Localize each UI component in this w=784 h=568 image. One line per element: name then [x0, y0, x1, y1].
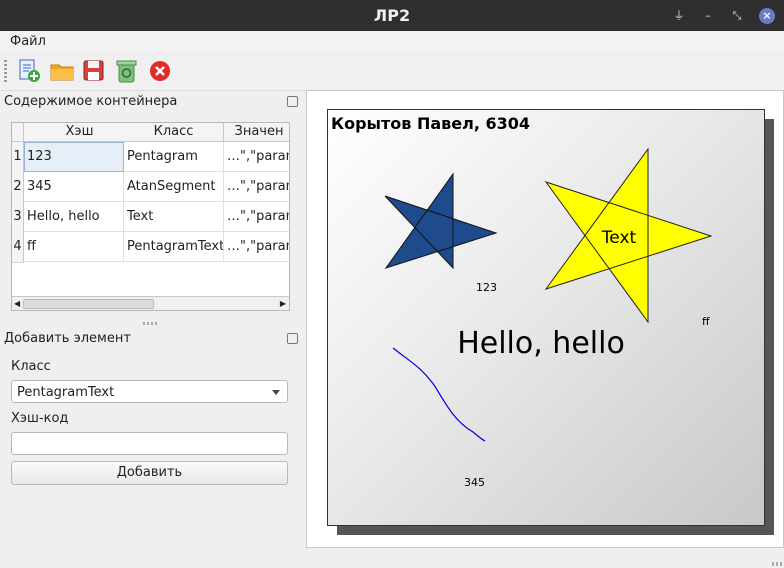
table-cell-value[interactable]: …","param [224, 202, 289, 232]
restore-button[interactable]: ⤡ [729, 8, 745, 24]
window-title: ЛР2 [373, 6, 411, 25]
atan-segment-345 [392, 347, 486, 442]
table-cell-class[interactable]: Text [124, 202, 224, 232]
pin-icon[interactable]: ⏚ [671, 8, 687, 24]
table-cell-hash[interactable]: ff [24, 232, 124, 262]
table-cell-class[interactable]: Pentagram [124, 142, 224, 172]
class-select-value: PentagramText [17, 385, 115, 400]
pentagram-text-hash-label: ff [702, 315, 710, 328]
table-cell-class[interactable]: AtanSegment [124, 172, 224, 202]
row-number[interactable]: 2 [12, 172, 24, 203]
close-window-button[interactable]: × [759, 8, 775, 24]
container-panel-float-icon[interactable] [287, 96, 298, 107]
class-label: Класс [11, 359, 51, 374]
hash-label: Хэш-код [11, 411, 69, 426]
scrollbar-thumb[interactable] [23, 299, 154, 309]
column-header-hash[interactable]: Хэш [24, 123, 136, 142]
add-panel-title: Добавить элемент [4, 331, 131, 346]
column-header-class[interactable]: Класс [124, 123, 224, 142]
close-icon[interactable] [147, 58, 173, 84]
toolbar [0, 52, 784, 91]
class-select[interactable]: PentagramText [11, 380, 288, 403]
row-number[interactable]: 3 [12, 202, 24, 233]
horizontal-scrollbar[interactable]: ◀ ▶ [12, 296, 289, 310]
atan-segment-label: 345 [464, 476, 485, 489]
row-number[interactable]: 4 [12, 232, 24, 263]
column-header-value[interactable]: Значен [224, 123, 289, 142]
scroll-right-icon[interactable]: ▶ [280, 299, 286, 308]
resize-grip[interactable] [772, 562, 782, 566]
recycle-bin-icon[interactable] [114, 58, 140, 84]
open-folder-icon[interactable] [49, 58, 75, 84]
minimize-button[interactable]: – [700, 8, 716, 24]
text-item-hello: Hello, hello [457, 326, 625, 361]
add-button[interactable]: Добавить [11, 461, 288, 485]
scroll-left-icon[interactable]: ◀ [14, 299, 20, 308]
chevron-down-icon [272, 390, 280, 395]
table-cell-hash[interactable]: 345 [24, 172, 124, 202]
title-bar: ЛР2 ⏚ – ⤡ × [0, 0, 784, 31]
toolbar-grip[interactable] [4, 60, 7, 82]
save-icon[interactable] [81, 58, 107, 84]
table-cell-value[interactable]: …","param [224, 142, 289, 172]
table-cell-hash[interactable]: Hello, hello [24, 202, 124, 232]
splitter-handle[interactable] [143, 322, 159, 325]
row-number[interactable]: 1 [12, 142, 24, 173]
new-file-icon[interactable] [16, 58, 42, 84]
table-cell-value[interactable]: …","param [224, 232, 289, 262]
hash-input[interactable] [11, 432, 288, 455]
add-panel-float-icon[interactable] [287, 333, 298, 344]
menu-bar: Файл [0, 31, 784, 52]
scene-canvas[interactable]: Корытов Павел, 6304 123 Text ff Hello, h… [327, 109, 765, 526]
table-corner[interactable] [12, 123, 24, 142]
container-panel-title: Содержимое контейнера [4, 94, 178, 109]
table-cell-hash[interactable]: 123 [24, 142, 124, 172]
scene-drawing: 123 Text ff Hello, hello 345 [384, 147, 713, 489]
menu-file[interactable]: Файл [10, 34, 46, 49]
container-table: Хэш Класс Значен 1 123 Pentagram …","par… [11, 122, 290, 311]
pentagram-123-label: 123 [476, 281, 497, 294]
pentagram-123 [384, 172, 498, 270]
pentagram-text-label: Text [601, 228, 637, 248]
table-cell-value[interactable]: …","param [224, 172, 289, 202]
table-cell-class[interactable]: PentagramText [124, 232, 224, 262]
